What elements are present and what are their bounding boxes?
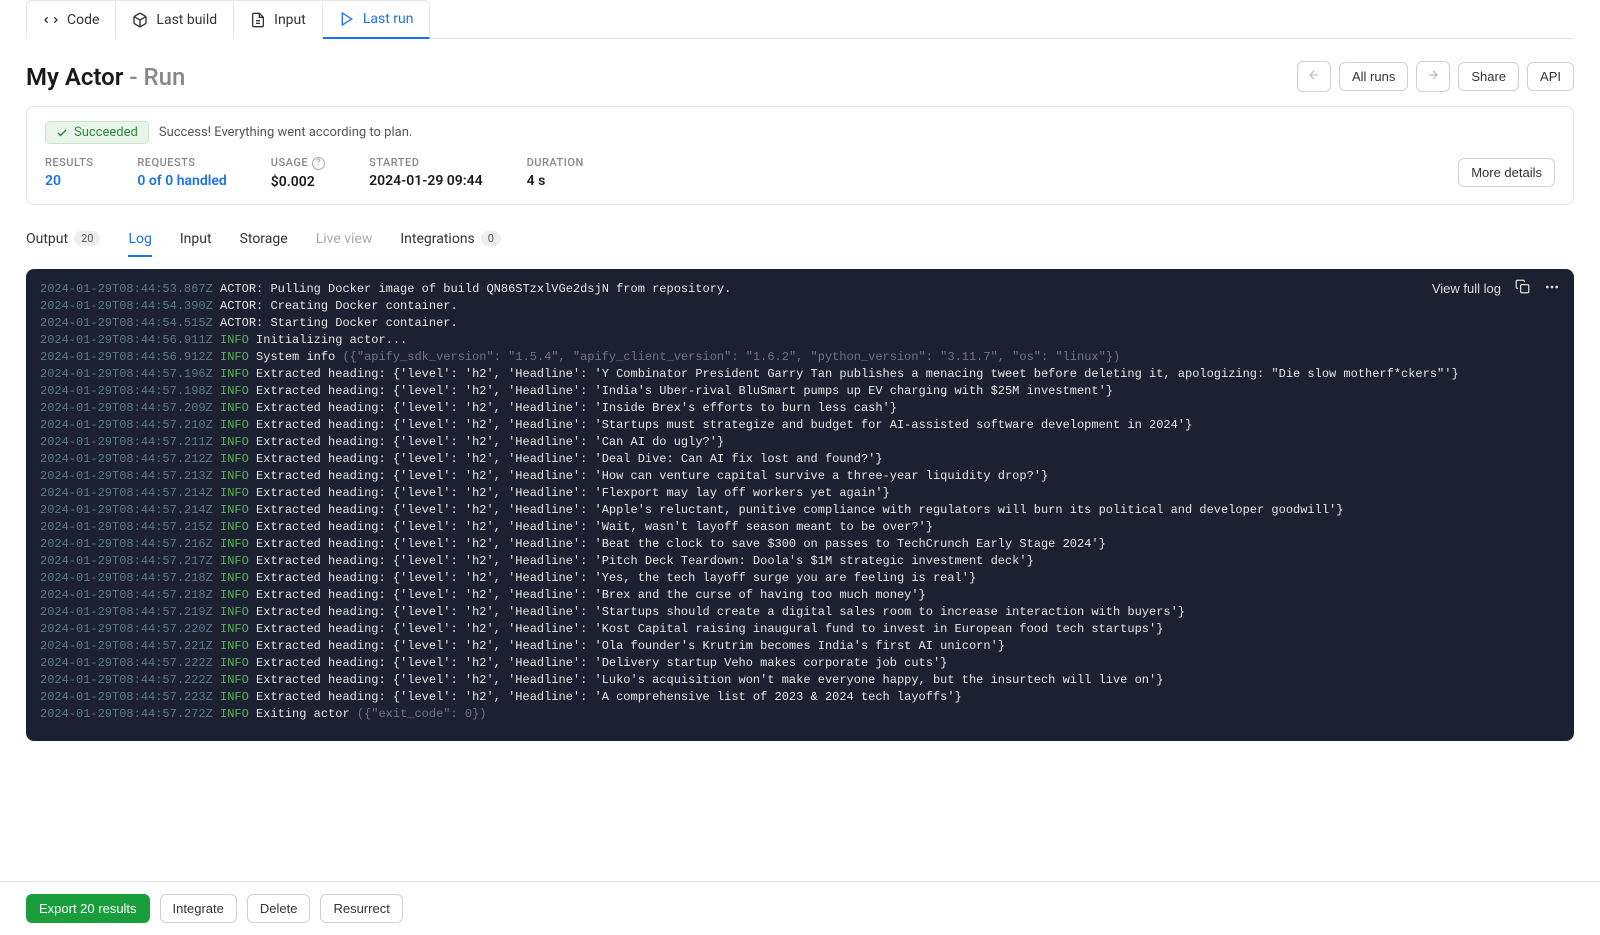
integrations-count-pill: 0 [481,231,501,246]
export-results-button[interactable]: Export 20 results [26,894,150,923]
stat-value-started: 2024-01-29 09:44 [369,173,483,189]
prev-run-button[interactable] [1297,61,1331,92]
log-line: 2024-01-29T08:44:57.219Z INFO Extracted … [40,604,1560,621]
file-icon [250,12,266,28]
log-line: 2024-01-29T08:44:57.198Z INFO Extracted … [40,383,1560,400]
copy-log-button[interactable] [1515,279,1530,299]
actor-name: My Actor [26,63,123,91]
delete-button[interactable]: Delete [247,894,311,923]
resurrect-button[interactable]: Resurrect [320,894,402,923]
log-line: 2024-01-29T08:44:57.220Z INFO Extracted … [40,621,1560,638]
log-line: 2024-01-29T08:44:57.214Z INFO Extracted … [40,502,1560,519]
run-status-panel: Succeeded Success! Everything went accor… [26,106,1574,205]
log-line: 2024-01-29T08:44:57.210Z INFO Extracted … [40,417,1560,434]
view-full-log-link[interactable]: View full log [1432,280,1501,298]
log-line: 2024-01-29T08:44:57.223Z INFO Extracted … [40,689,1560,706]
copy-icon [1515,279,1530,294]
stat-label-started: STARTED [369,156,483,169]
log-line: 2024-01-29T08:44:57.209Z INFO Extracted … [40,400,1560,417]
log-line: 2024-01-29T08:44:57.216Z INFO Extracted … [40,536,1560,553]
output-count-pill: 20 [74,231,100,246]
top-tab-last-run[interactable]: Last run [323,0,431,39]
stat-label-duration: DURATION [527,156,584,169]
top-tab-last-build[interactable]: Last build [116,0,234,39]
sub-tab-input[interactable]: Input [180,223,212,257]
stat-value-requests[interactable]: 0 of 0 handled [137,173,226,189]
top-tab-label: Last build [156,12,217,28]
check-icon [56,127,68,139]
integrate-button[interactable]: Integrate [160,894,237,923]
log-line: 2024-01-29T08:44:57.222Z INFO Extracted … [40,655,1560,672]
top-tab-label: Last run [363,11,414,27]
sub-tab-label: Live view [316,231,373,247]
status-badge: Succeeded [45,121,149,144]
sub-tab-label: Log [128,231,151,247]
cube-icon [132,12,148,28]
top-tabs: Code Last build Input Last run [26,0,1574,39]
log-line: 2024-01-29T08:44:57.214Z INFO Extracted … [40,485,1560,502]
log-line: 2024-01-29T08:44:57.211Z INFO Extracted … [40,434,1560,451]
log-line: 2024-01-29T08:44:56.911Z INFO Initializi… [40,332,1560,349]
log-line: 2024-01-29T08:44:57.221Z INFO Extracted … [40,638,1560,655]
help-icon[interactable]: ? [312,157,325,170]
sub-tab-output[interactable]: Output 20 [26,223,100,257]
log-line: 2024-01-29T08:44:53.867Z ACTOR: Pulling … [40,281,1560,298]
top-tab-label: Code [67,12,99,28]
page-title: My Actor - Run [26,63,185,91]
share-button[interactable]: Share [1458,62,1519,91]
sub-tab-integrations[interactable]: Integrations 0 [400,223,501,257]
log-line: 2024-01-29T08:44:57.196Z INFO Extracted … [40,366,1560,383]
log-line: 2024-01-29T08:44:56.912Z INFO System inf… [40,349,1560,366]
stat-value-results[interactable]: 20 [45,173,93,189]
stat-label-usage: USAGE? [271,156,325,170]
log-more-button[interactable] [1544,279,1560,300]
bottom-action-bar: Export 20 results Integrate Delete Resur… [0,881,1600,935]
log-line: 2024-01-29T08:44:54.390Z ACTOR: Creating… [40,298,1560,315]
stat-label-results: RESULTS [45,156,93,169]
all-runs-button[interactable]: All runs [1339,62,1408,91]
log-line: 2024-01-29T08:44:57.218Z INFO Extracted … [40,587,1560,604]
api-button[interactable]: API [1527,62,1574,91]
log-line: 2024-01-29T08:44:57.272Z INFO Exiting ac… [40,706,1560,723]
log-line: 2024-01-29T08:44:57.213Z INFO Extracted … [40,468,1560,485]
log-line: 2024-01-29T08:44:57.222Z INFO Extracted … [40,672,1560,689]
top-tab-input[interactable]: Input [234,0,323,39]
log-line: 2024-01-29T08:44:57.212Z INFO Extracted … [40,451,1560,468]
stat-label-requests: REQUESTS [137,156,226,169]
log-line: 2024-01-29T08:44:54.515Z ACTOR: Starting… [40,315,1560,332]
sub-tab-live-view[interactable]: Live view [316,223,373,257]
next-run-button[interactable] [1416,61,1450,92]
page-subtitle: Run [144,63,186,91]
log-line: 2024-01-29T08:44:57.218Z INFO Extracted … [40,570,1560,587]
stat-value-usage: $0.002 [271,174,325,190]
sub-tab-label: Input [180,231,212,247]
more-details-button[interactable]: More details [1458,158,1555,187]
run-sub-tabs: Output 20 Log Input Storage Live view In… [26,223,1574,257]
sub-tab-log[interactable]: Log [128,223,151,257]
play-icon [339,11,355,27]
status-message: Success! Everything went according to pl… [159,125,412,140]
top-tab-code[interactable]: Code [26,0,116,39]
sub-tab-label: Output [26,231,68,247]
log-viewer: View full log 2024-01-29T08:44:53.867Z A… [26,269,1574,742]
top-tab-label: Input [274,12,306,28]
sub-tab-storage[interactable]: Storage [240,223,288,257]
code-icon [43,12,59,28]
stat-value-duration: 4 s [527,173,584,189]
sub-tab-label: Storage [240,231,288,247]
arrow-left-icon [1307,68,1321,82]
sub-tab-label: Integrations [400,231,474,247]
log-line: 2024-01-29T08:44:57.217Z INFO Extracted … [40,553,1560,570]
arrow-right-icon [1426,68,1440,82]
status-badge-text: Succeeded [74,125,138,140]
log-line: 2024-01-29T08:44:57.215Z INFO Extracted … [40,519,1560,536]
more-horizontal-icon [1544,279,1560,295]
